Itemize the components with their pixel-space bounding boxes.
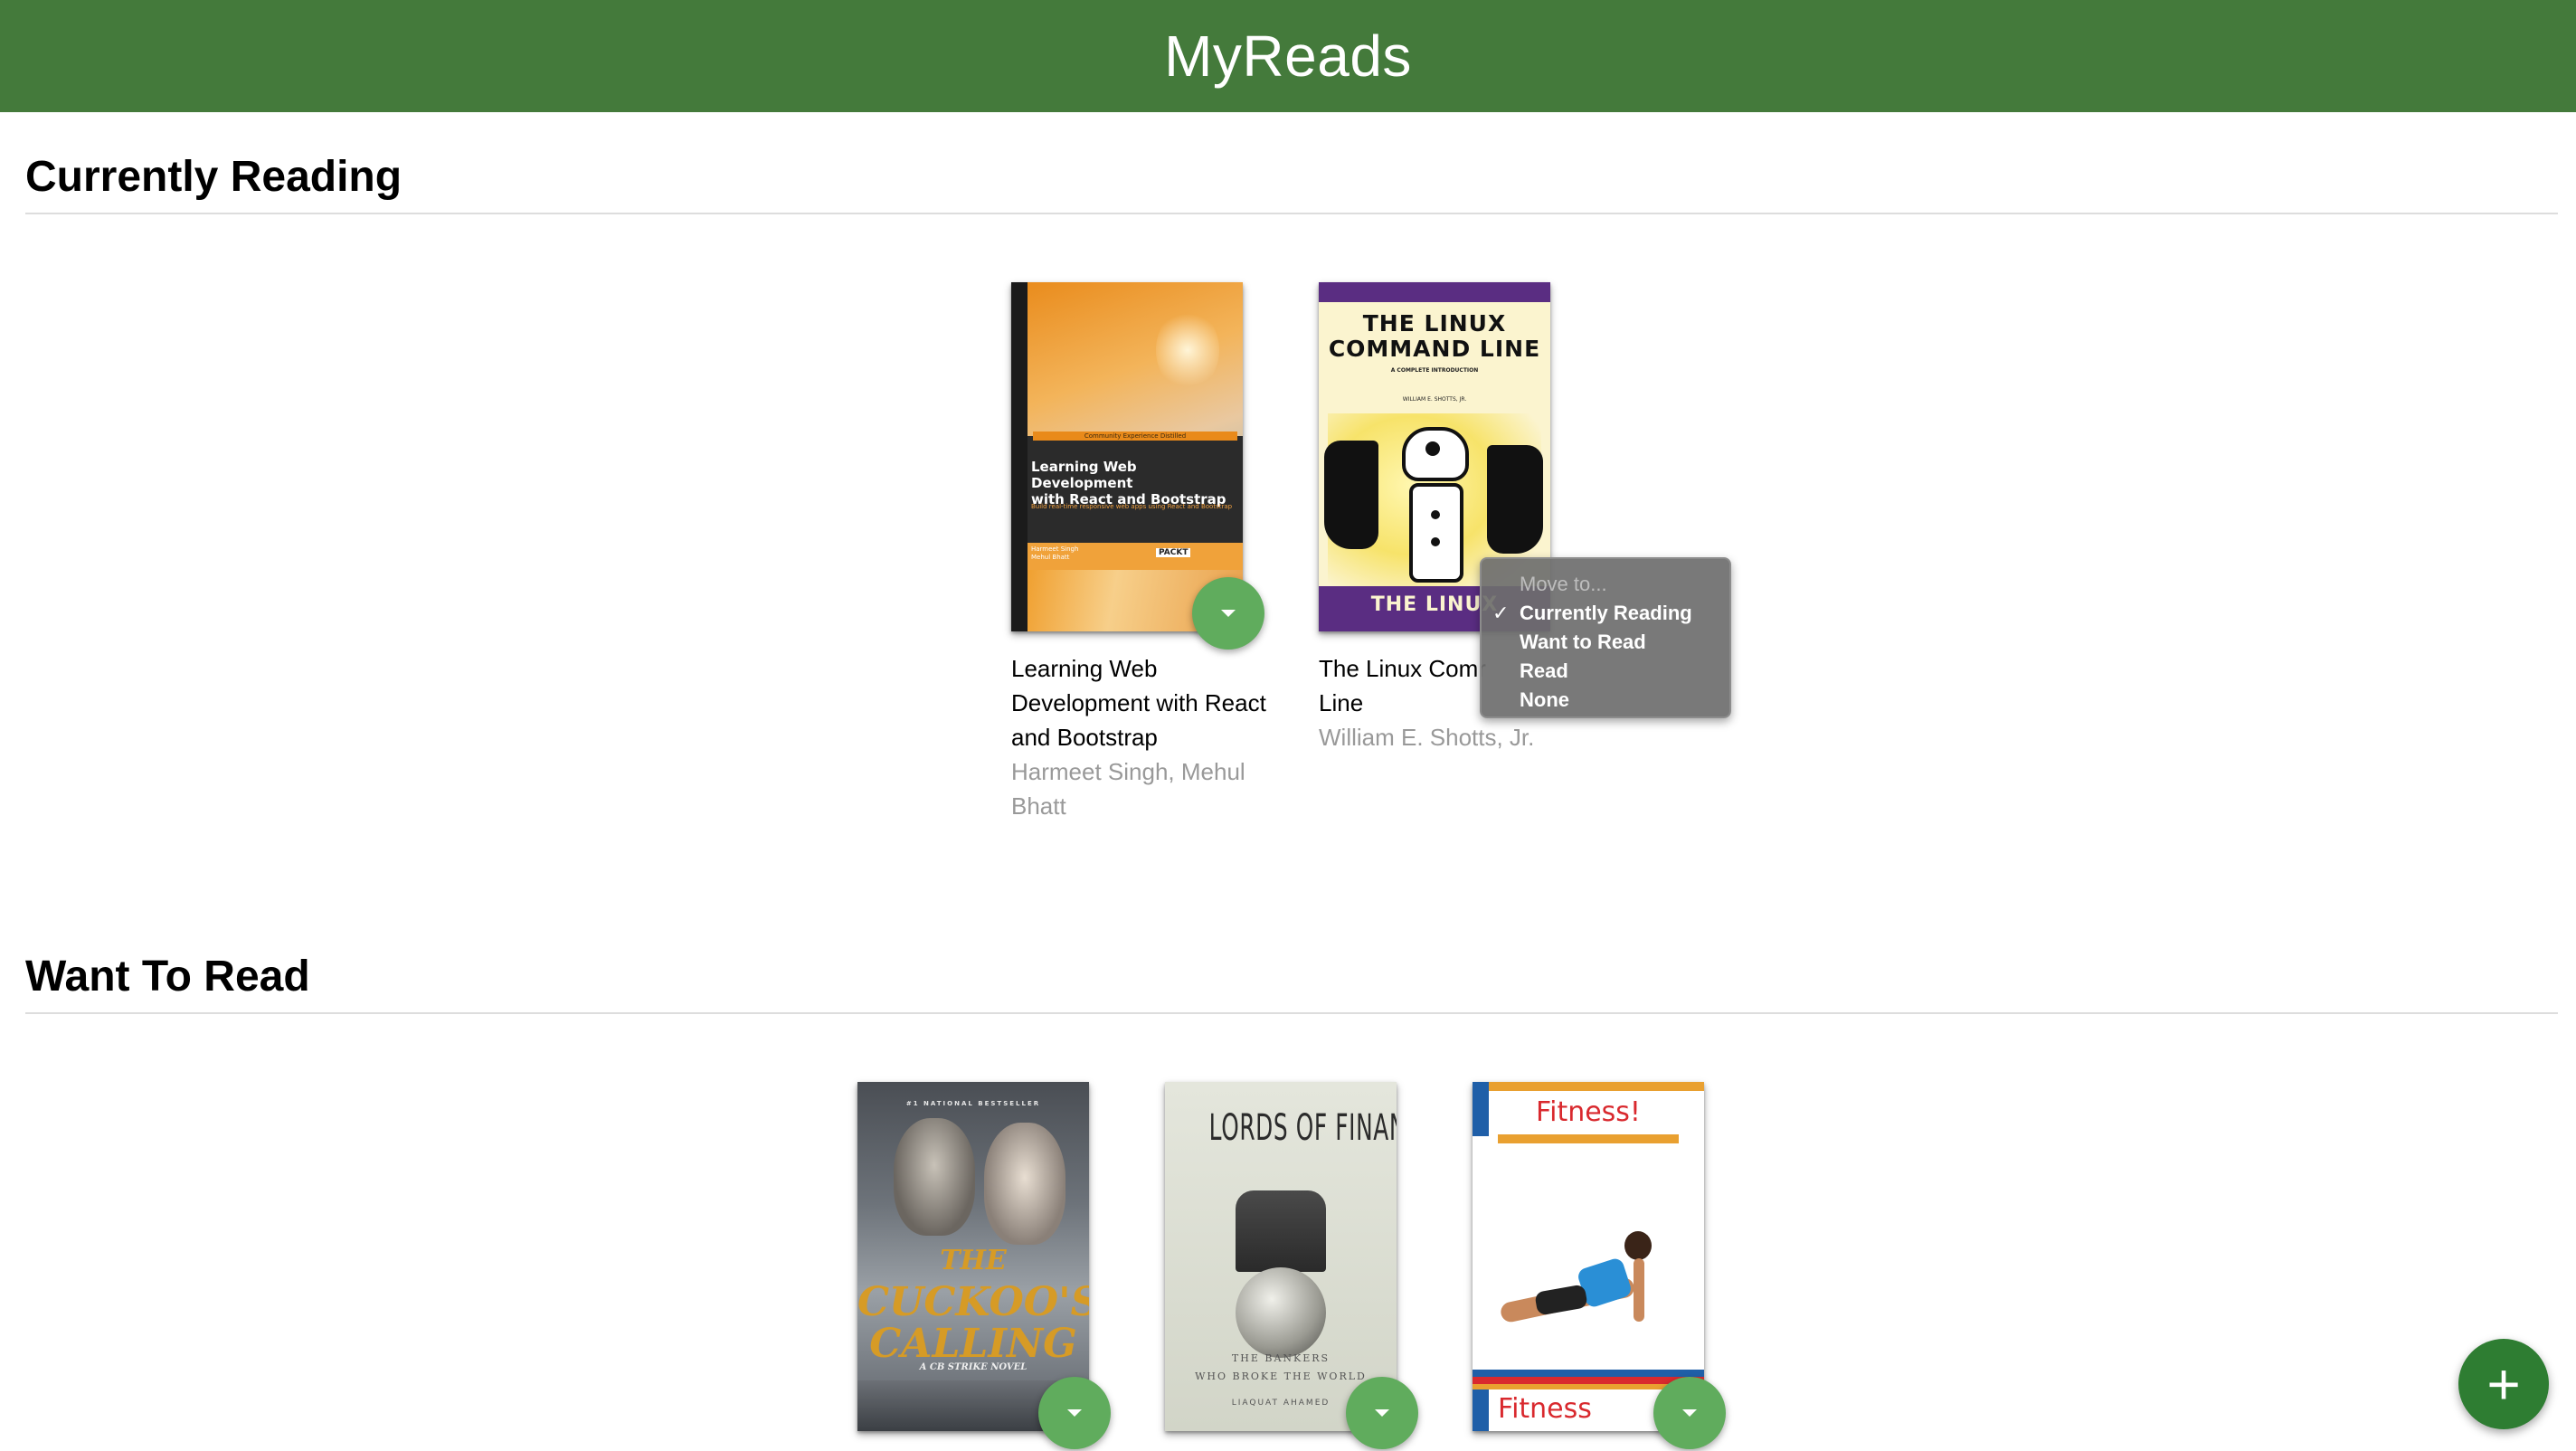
cover-banner: #1 NATIONAL BESTSELLER: [905, 1100, 1041, 1107]
chevron-down-icon: [1682, 1409, 1697, 1417]
cover-heading: Fitness!: [1536, 1096, 1641, 1128]
book-cover[interactable]: #1 NATIONAL BESTSELLER THE CUCKOO'S CALL…: [857, 1082, 1089, 1431]
app-title: MyReads: [1164, 24, 1412, 89]
move-to-menu[interactable]: Move to... ✓ Currently Reading Want to R…: [1480, 557, 1731, 718]
cover-subtitle: THE BANKERS WHO BROKE THE WORLD: [1195, 1352, 1367, 1382]
cover-footer: Fitness: [1498, 1393, 1592, 1425]
shelf-divider: [25, 1012, 2558, 1014]
book-cover[interactable]: Community Experience Distilled Learning …: [1011, 282, 1243, 631]
book-authors: William E. Shotts, Jr.: [1319, 724, 1535, 751]
shelf-title-want-to-read: Want To Read: [25, 953, 310, 1001]
cover-publisher: PACKT: [1156, 548, 1191, 557]
cover-heading: Learning Web Development with React and …: [1031, 459, 1226, 507]
shelf-changer-button[interactable]: [1346, 1377, 1418, 1449]
move-option-none[interactable]: None: [1482, 686, 1729, 715]
move-option-want-to-read[interactable]: Want to Read: [1482, 628, 1729, 657]
cover-heading: LORDS OF FINANCE: [1208, 1107, 1397, 1149]
shelf-changer-button[interactable]: [1192, 577, 1264, 650]
cover-banner: Community Experience Distilled: [1033, 432, 1237, 441]
move-option-header: Move to...: [1520, 573, 1607, 595]
move-option-read[interactable]: Read: [1482, 657, 1729, 686]
move-option-currently-reading[interactable]: ✓ Currently Reading: [1482, 599, 1729, 628]
cover-subtitle: A CB STRIKE NOVEL: [919, 1362, 1028, 1372]
book-cover[interactable]: LORDS OF FINANCE THE BANKERS WHO BROKE T…: [1165, 1082, 1397, 1431]
cover-heading: THE CUCKOO'S CALLING: [857, 1245, 1089, 1367]
cover-subtitle: A COMPLETE INTRODUCTION: [1390, 367, 1479, 374]
cover-tagline: Build real-time responsive web apps usin…: [1031, 503, 1233, 510]
book-authors: Harmeet Singh, Mehul Bhatt: [1011, 758, 1245, 820]
shelf-changer-button[interactable]: [1038, 1377, 1111, 1449]
add-book-button[interactable]: +: [2458, 1339, 2549, 1429]
book-title: Learning Web Development with React and …: [1011, 655, 1266, 751]
chevron-down-icon: [1221, 610, 1236, 617]
cover-heading: THE LINUX COMMAND LINE: [1328, 310, 1541, 362]
chevron-down-icon: [1067, 1409, 1082, 1417]
shelf-changer-button[interactable]: [1653, 1377, 1726, 1449]
cover-author: WILLIAM E. SHOTTS, JR.: [1402, 396, 1467, 403]
shelf-title-currently-reading: Currently Reading: [25, 153, 402, 201]
book-cover[interactable]: Fitness! Fitness: [1473, 1082, 1704, 1431]
app-header: MyReads: [0, 0, 2576, 112]
cover-authors: Harmeet Singh Mehul Bhatt: [1031, 545, 1079, 561]
chevron-down-icon: [1375, 1409, 1389, 1417]
shelf-divider: [25, 213, 2558, 214]
check-icon: ✓: [1492, 602, 1510, 624]
plus-icon: +: [2486, 1351, 2521, 1417]
